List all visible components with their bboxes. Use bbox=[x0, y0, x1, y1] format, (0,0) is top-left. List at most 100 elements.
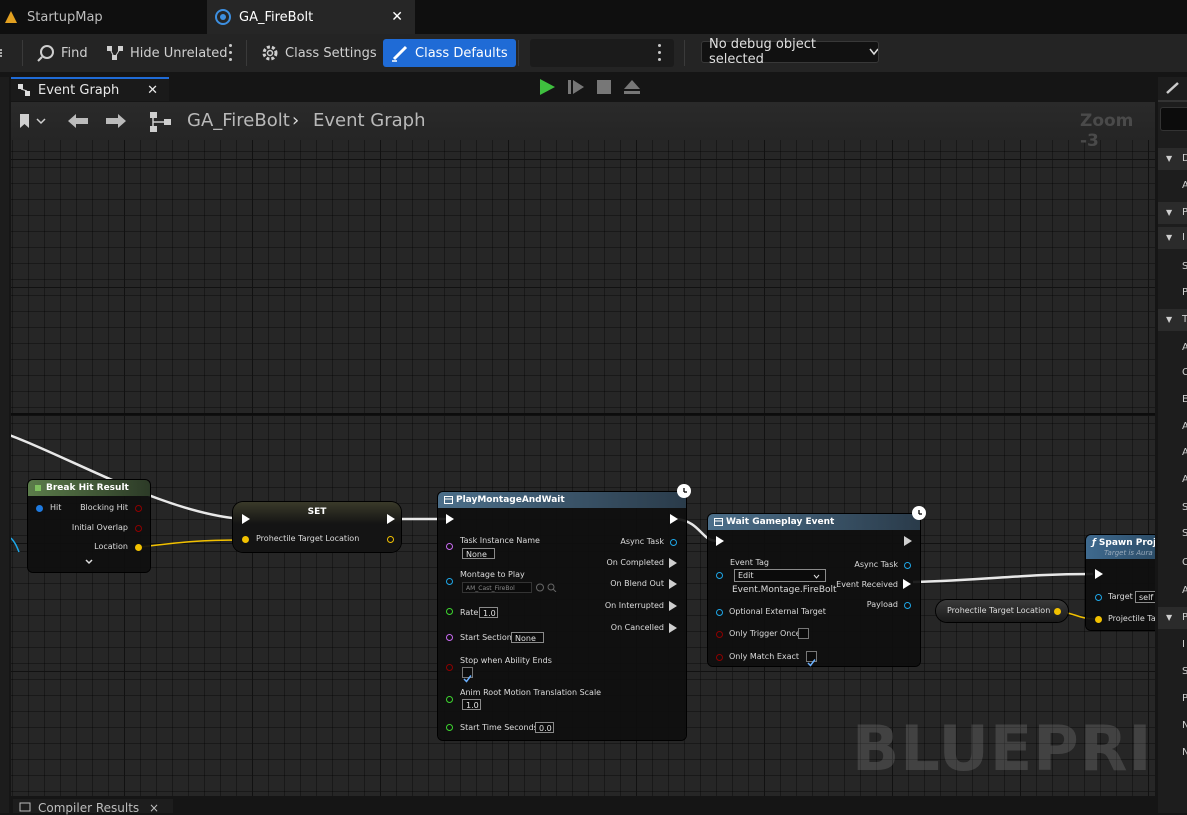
location-pin[interactable] bbox=[135, 544, 142, 551]
details-edit-icon[interactable] bbox=[1165, 81, 1181, 95]
details-property-row[interactable]: A bbox=[1158, 175, 1187, 197]
breadcrumb-graph[interactable]: Event Graph bbox=[313, 110, 426, 131]
breadcrumb-blueprint[interactable]: GA_FireBolt bbox=[187, 110, 290, 131]
set-variable-node[interactable]: SET Prohectile Target Location bbox=[233, 502, 401, 552]
wait-event-exec-out[interactable] bbox=[904, 536, 912, 546]
browse-asset-icon[interactable] bbox=[536, 583, 558, 592]
tab-startupmap[interactable]: StartupMap bbox=[0, 0, 205, 34]
task-instance-name-field[interactable]: None bbox=[462, 548, 495, 559]
on-interrupted-exec[interactable] bbox=[669, 601, 677, 611]
event-received-exec[interactable] bbox=[903, 579, 911, 589]
spawn-exec-in[interactable] bbox=[1095, 569, 1103, 579]
tab-compiler-results[interactable]: Compiler Results × bbox=[13, 799, 173, 815]
spawn-target-pin[interactable] bbox=[1095, 594, 1102, 601]
anim-root-scale-field[interactable]: 1.0 bbox=[462, 699, 481, 710]
graph-canvas[interactable]: Break Hit Result Hit Blocking Hit Initia… bbox=[11, 102, 1155, 796]
details-property-row[interactable]: S bbox=[1158, 523, 1187, 545]
optional-target-pin[interactable] bbox=[716, 609, 723, 616]
details-property-row[interactable]: I bbox=[1158, 634, 1187, 656]
details-property-row[interactable]: A bbox=[1158, 416, 1187, 438]
spawn-target-field[interactable]: self bbox=[1135, 591, 1155, 603]
details-category-header[interactable]: ▼ I bbox=[1158, 227, 1187, 249]
set-exec-out[interactable] bbox=[387, 514, 395, 524]
details-property-row[interactable]: P bbox=[1158, 282, 1187, 304]
montage-asset-picker[interactable]: AM_Cast_FireBol bbox=[462, 582, 532, 593]
expand-chevron-icon[interactable] bbox=[85, 559, 93, 565]
bookmark-icon[interactable] bbox=[19, 113, 47, 129]
spawn-projectile-node[interactable]: ƒSpawn Proje Target is Aura Target self … bbox=[1086, 535, 1155, 630]
only-match-exact-checkbox[interactable] bbox=[806, 651, 817, 667]
forward-arrow-icon[interactable] bbox=[105, 113, 127, 129]
details-property-row[interactable]: E bbox=[1158, 389, 1187, 411]
event-tag-pin[interactable] bbox=[716, 572, 723, 579]
close-tab-icon[interactable]: ✕ bbox=[391, 9, 403, 25]
wait-gameplay-event-node[interactable]: Wait Gameplay Event Event Tag Edit Event… bbox=[708, 514, 920, 667]
start-section-field[interactable]: None bbox=[511, 632, 544, 643]
more-options-icon[interactable] bbox=[229, 44, 233, 65]
only-match-exact-pin[interactable] bbox=[716, 654, 723, 661]
step-icon[interactable] bbox=[567, 79, 585, 95]
tab-event-graph[interactable]: Event Graph ✕ bbox=[11, 77, 169, 101]
details-property-row[interactable]: S bbox=[1158, 497, 1187, 519]
break-hit-result-node[interactable]: Break Hit Result Hit Blocking Hit Initia… bbox=[28, 480, 150, 572]
start-section-pin[interactable] bbox=[446, 634, 453, 641]
play-montage-exec-out[interactable] bbox=[670, 514, 678, 524]
tab-ga-firebolt[interactable]: GA_FireBolt ✕ bbox=[207, 0, 415, 34]
only-trigger-once-checkbox[interactable] bbox=[798, 628, 809, 639]
details-property-row[interactable]: S bbox=[1158, 661, 1187, 683]
only-trigger-once-pin[interactable] bbox=[716, 631, 723, 638]
event-tag-edit-dropdown[interactable]: Edit bbox=[734, 569, 826, 582]
wait-event-exec-in[interactable] bbox=[716, 536, 724, 546]
details-property-row[interactable]: N bbox=[1158, 742, 1187, 764]
spawn-proj-target-pin[interactable] bbox=[1095, 616, 1102, 623]
hit-pin[interactable] bbox=[36, 505, 43, 512]
wait-async-task-pin[interactable] bbox=[904, 562, 911, 569]
stop-when-ends-pin[interactable] bbox=[446, 664, 453, 671]
get-target-location-pin[interactable] bbox=[1054, 608, 1061, 615]
start-time-pin[interactable] bbox=[446, 724, 453, 731]
details-property-row[interactable]: A bbox=[1158, 337, 1187, 359]
details-property-row[interactable]: S bbox=[1158, 256, 1187, 278]
rate-pin[interactable] bbox=[446, 608, 453, 615]
payload-pin[interactable] bbox=[904, 602, 911, 609]
get-target-location-node[interactable]: Prohectile Target Location bbox=[936, 600, 1068, 622]
details-category-header[interactable]: ▼ P bbox=[1158, 607, 1187, 629]
details-search-input[interactable] bbox=[1160, 107, 1187, 131]
details-property-row[interactable]: A bbox=[1158, 442, 1187, 464]
class-defaults-button[interactable]: Class Defaults bbox=[383, 39, 516, 67]
on-blend-out-exec[interactable] bbox=[669, 579, 677, 589]
on-cancelled-exec[interactable] bbox=[669, 623, 677, 633]
set-exec-in[interactable] bbox=[242, 514, 250, 524]
play-options-icon[interactable] bbox=[658, 44, 662, 65]
debug-object-select[interactable]: No debug object selected bbox=[701, 37, 879, 67]
anim-root-scale-pin[interactable] bbox=[446, 696, 453, 703]
set-target-location-out-pin[interactable] bbox=[387, 536, 394, 543]
details-property-row[interactable]: P bbox=[1158, 688, 1187, 710]
start-time-field[interactable]: 0.0 bbox=[535, 722, 554, 733]
blocking-hit-pin[interactable] bbox=[135, 505, 142, 512]
async-task-pin[interactable] bbox=[670, 539, 677, 546]
find-button[interactable]: Find bbox=[37, 39, 88, 67]
eject-icon[interactable] bbox=[623, 78, 641, 96]
set-target-location-pin[interactable] bbox=[242, 536, 249, 543]
details-property-row[interactable]: A bbox=[1158, 469, 1187, 491]
rate-field[interactable]: 1.0 bbox=[479, 607, 498, 618]
class-settings-button[interactable]: Class Settings bbox=[261, 39, 377, 67]
details-property-row[interactable]: A bbox=[1158, 580, 1187, 602]
montage-to-play-pin[interactable] bbox=[446, 578, 453, 585]
hide-unrelated-button[interactable]: Hide Unrelated bbox=[106, 39, 228, 67]
details-property-row[interactable]: C bbox=[1158, 362, 1187, 384]
initial-overlap-pin[interactable] bbox=[135, 525, 142, 532]
toolbar-overflow[interactable] bbox=[0, 39, 4, 67]
play-icon[interactable] bbox=[538, 78, 556, 96]
close-graph-tab-icon[interactable]: ✕ bbox=[147, 83, 158, 98]
details-category-header[interactable]: ▼ T bbox=[1158, 309, 1187, 331]
on-completed-exec[interactable] bbox=[669, 558, 677, 568]
stop-icon[interactable] bbox=[596, 79, 612, 95]
details-category-header[interactable]: ▼ D bbox=[1158, 148, 1187, 170]
details-property-row[interactable]: C bbox=[1158, 552, 1187, 574]
play-montage-exec-in[interactable] bbox=[446, 514, 454, 524]
back-arrow-icon[interactable] bbox=[67, 113, 89, 129]
stop-when-ends-checkbox[interactable] bbox=[462, 667, 473, 683]
play-montage-and-wait-node[interactable]: PlayMontageAndWait Task Instance Name No… bbox=[438, 492, 686, 740]
